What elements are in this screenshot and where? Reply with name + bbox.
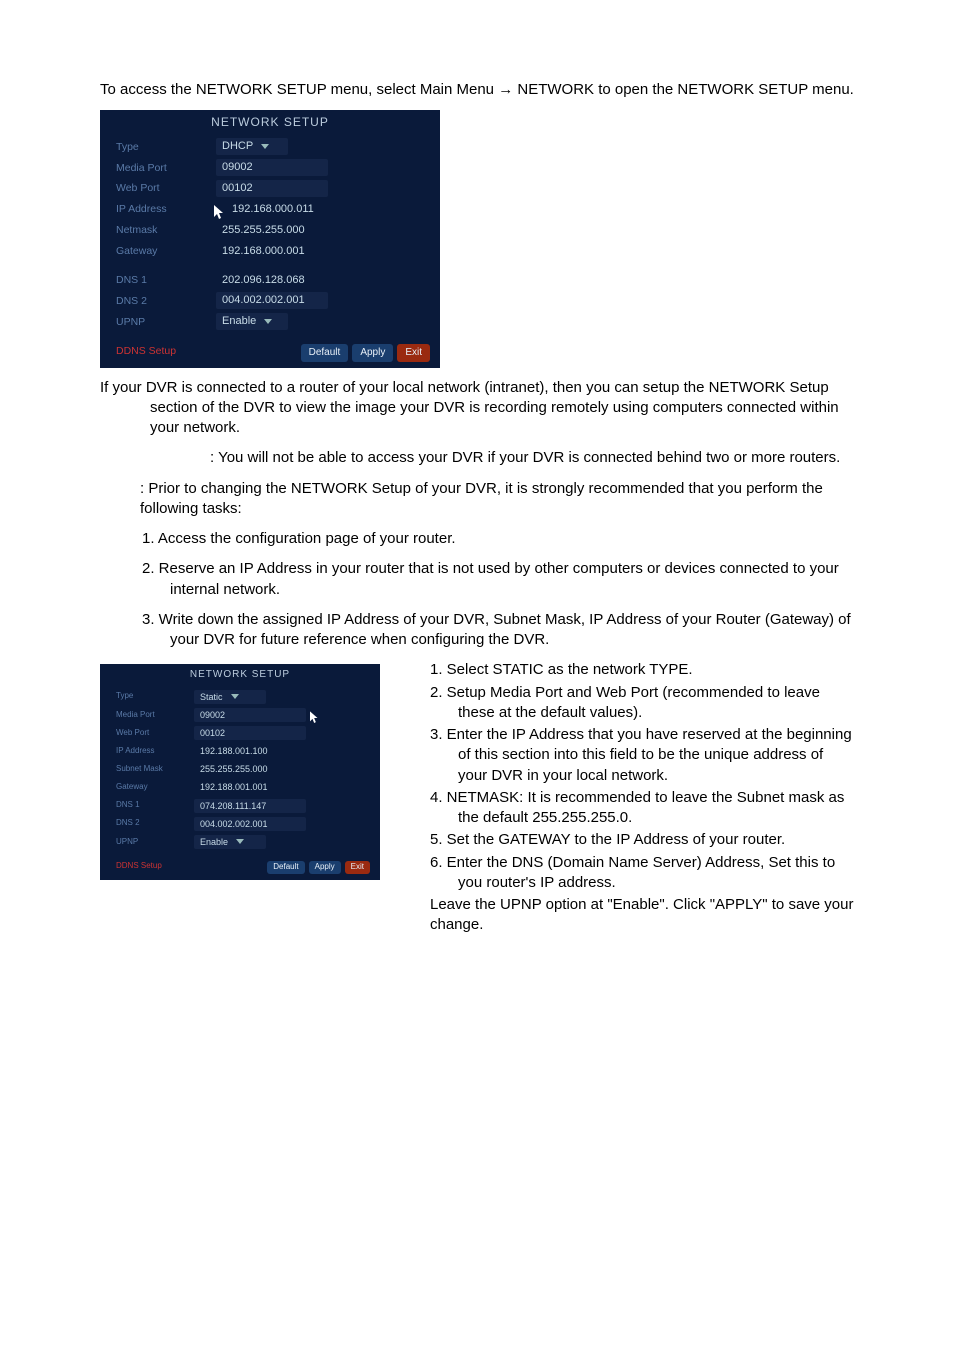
ip-address-label: IP Address	[116, 202, 216, 216]
default-button[interactable]: Default	[267, 861, 304, 874]
upnp-select[interactable]: Enable	[216, 313, 288, 330]
dns1-label: DNS 1	[116, 800, 194, 811]
default-button[interactable]: Default	[301, 344, 349, 362]
panel-title: NETWORK SETUP	[100, 664, 380, 688]
netmask-value: 255.255.255.000	[216, 222, 311, 239]
type-select[interactable]: DHCP	[216, 138, 288, 155]
body-paragraph-1: If your DVR is connected to a router of …	[150, 378, 854, 439]
subnet-mask-value: 255.255.255.000	[194, 762, 274, 776]
type-label: Type	[116, 140, 216, 154]
media-port-label: Media Port	[116, 161, 216, 175]
gateway-label: Gateway	[116, 782, 194, 793]
web-port-input[interactable]: 00102	[216, 180, 328, 197]
gateway-value: 192.168.000.001	[216, 243, 311, 260]
chevron-down-icon	[261, 144, 269, 149]
web-port-input[interactable]: 00102	[194, 726, 306, 740]
right-paragraph: Leave the UPNP option at "Enable". Click…	[430, 895, 854, 936]
subnet-mask-label: Subnet Mask	[116, 764, 194, 775]
gateway-label: Gateway	[116, 244, 216, 258]
exit-button[interactable]: Exit	[397, 344, 430, 362]
dns2-input[interactable]: 004.002.002.001	[216, 292, 328, 309]
type-value: DHCP	[222, 139, 253, 154]
type-label: Type	[116, 691, 194, 702]
right-list-item-3: 3. Enter the IP Address that you have re…	[458, 725, 854, 786]
right-list-item-4: 4. NETMASK: It is recommended to leave t…	[458, 788, 854, 829]
media-port-input[interactable]: 09002	[216, 159, 328, 176]
web-port-label: Web Port	[116, 728, 194, 739]
dns2-input[interactable]: 004.002.002.001	[194, 817, 306, 831]
chevron-down-icon	[231, 694, 239, 699]
type-select[interactable]: Static	[194, 690, 266, 704]
chevron-down-icon	[264, 319, 272, 324]
body-paragraph-3: : Prior to changing the NETWORK Setup of…	[140, 479, 854, 520]
web-port-label: Web Port	[116, 181, 216, 195]
panel-title: NETWORK SETUP	[100, 110, 440, 136]
chevron-down-icon	[236, 839, 244, 844]
gateway-value: 192.188.001.001	[194, 780, 274, 794]
dns1-value: 202.096.128.068	[216, 272, 311, 289]
main-list-item-3: 3. Write down the assigned IP Address of…	[170, 610, 854, 651]
intro-paragraph: To access the NETWORK SETUP menu, select…	[150, 80, 854, 100]
dns2-label: DNS 2	[116, 818, 194, 829]
media-port-input[interactable]: 09002	[194, 708, 306, 722]
upnp-value: Enable	[200, 836, 228, 848]
ddns-setup-button[interactable]: DDNS Setup	[116, 861, 194, 874]
right-list-item-1: 1. Select STATIC as the network TYPE.	[458, 660, 854, 680]
upnp-label: UPNP	[116, 315, 216, 329]
upnp-select[interactable]: Enable	[194, 835, 266, 849]
exit-button[interactable]: Exit	[345, 861, 370, 874]
upnp-label: UPNP	[116, 837, 194, 848]
media-port-label: Media Port	[116, 710, 194, 721]
main-list-item-2: 2. Reserve an IP Address in your router …	[170, 559, 854, 600]
right-list-item-2: 2. Setup Media Port and Web Port (recomm…	[458, 683, 854, 724]
main-list-item-1: 1. Access the configuration page of your…	[170, 529, 854, 549]
ip-address-value: 192.168.000.011	[226, 201, 320, 218]
network-setup-panel-1: NETWORK SETUP Type DHCP Media Port 09002…	[100, 110, 440, 367]
ip-address-value: 192.188.001.100	[194, 744, 274, 758]
dns1-label: DNS 1	[116, 273, 216, 287]
network-setup-panel-2: NETWORK SETUP Type Static Media Port 090…	[100, 664, 380, 880]
ddns-setup-button[interactable]: DDNS Setup	[116, 344, 216, 362]
body-paragraph-2: : You will not be able to access your DV…	[140, 448, 854, 468]
apply-button[interactable]: Apply	[352, 344, 393, 362]
upnp-value: Enable	[222, 314, 256, 329]
ip-address-label: IP Address	[116, 746, 194, 757]
apply-button[interactable]: Apply	[309, 861, 341, 874]
right-list-item-5: 5. Set the GATEWAY to the IP Address of …	[458, 830, 854, 850]
dns2-label: DNS 2	[116, 294, 216, 308]
netmask-label: Netmask	[116, 223, 216, 237]
dns1-input[interactable]: 074.208.111.147	[194, 799, 306, 813]
right-list-item-6: 6. Enter the DNS (Domain Name Server) Ad…	[458, 853, 854, 894]
type-value: Static	[200, 691, 223, 703]
